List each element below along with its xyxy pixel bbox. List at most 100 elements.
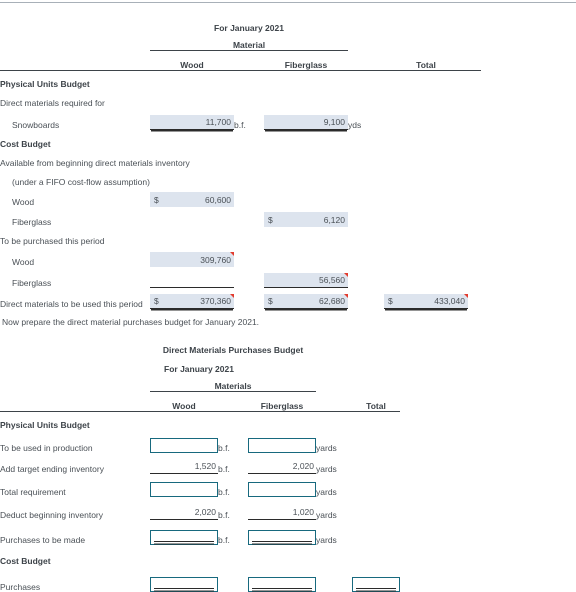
value-beginning-wood: 60,600 <box>205 194 231 205</box>
value-total-wood: 370,360 <box>200 296 231 306</box>
direct-materials-purchases-budget-table: Direct Materials Purchases Budget For Ja… <box>0 336 401 592</box>
bottom-group-header-row: Materials <box>0 374 400 392</box>
top-column-header-row: Wood Fiberglass Total <box>0 50 481 71</box>
section-heading-physical-units: Physical Units Budget <box>0 79 90 89</box>
comment-flag-icon <box>344 294 348 298</box>
label-fifo-note: (under a FIFO cost-flow assumption) <box>12 177 150 187</box>
row-cost-budget-heading: Cost Budget <box>0 130 481 149</box>
comment-flag-icon <box>230 252 234 256</box>
row-purchase-wood: Wood 309,760 <box>0 246 481 267</box>
cell-deduct-wood: 2,020 <box>150 497 218 520</box>
column-header-total: Total <box>384 50 468 71</box>
section-heading-cost-budget: Cost Budget <box>0 139 51 149</box>
top-group-header: Material <box>150 33 348 51</box>
cell-snowboards-fiberglass: 9,100 <box>264 108 348 130</box>
row-bottom-physical-units-heading: Physical Units Budget <box>0 411 400 430</box>
cell-purchases-made-fiberglass <box>248 520 317 545</box>
unit-ending-fiberglass: yards <box>316 464 337 474</box>
bottom-section-heading-physical-units: Physical Units Budget <box>0 420 90 430</box>
value-ending-wood: 1,520 <box>194 461 216 471</box>
unit-purchases-made-wood: b.f. <box>218 535 230 545</box>
label-total-requirement: Total requirement <box>0 487 66 497</box>
cell-purchase-wood-rule <box>150 267 234 288</box>
cell-deduct-fiberglass: 1,020 <box>248 497 317 520</box>
value-deduct-fiberglass: 1,020 <box>292 507 315 517</box>
input-purchases-cost-total[interactable] <box>352 577 401 592</box>
cell-ending-fiberglass: 2,020 <box>248 453 317 474</box>
value-total-fiberglass: 62,680 <box>319 296 345 306</box>
row-add-target-ending-inventory: Add target ending inventory 1,520 b.f. 2… <box>0 453 400 474</box>
input-purchases-cost-wood[interactable] <box>150 577 218 592</box>
row-beginning-fiberglass: Fiberglass $ 6,120 <box>0 207 481 227</box>
input-purchases-made-fiberglass[interactable] <box>248 530 317 545</box>
label-direct-materials-required: Direct materials required for <box>0 98 105 108</box>
comment-flag-icon <box>464 294 468 298</box>
cell-ending-wood: 1,520 <box>150 453 218 474</box>
input-purchases-made-wood[interactable] <box>150 530 218 545</box>
input-requirement-fiberglass[interactable] <box>248 482 317 497</box>
cell-grand-total: $ 433,040 <box>384 288 468 309</box>
row-purchases-to-be-made: Purchases to be made b.f. yards <box>0 520 400 545</box>
label-beginning-wood: Wood <box>12 197 35 207</box>
label-purchase-wood: Wood <box>12 257 35 267</box>
label-snowboards: Snowboards <box>12 120 60 130</box>
comment-flag-icon <box>230 294 234 298</box>
unit-purchases-made-fiberglass: yards <box>316 535 337 545</box>
unit-ending-wood: b.f. <box>218 464 230 474</box>
input-used-fiberglass[interactable] <box>248 438 317 453</box>
top-subtitle-row: For January 2021 <box>0 14 481 33</box>
unit-requirement-wood: b.f. <box>218 487 230 497</box>
label-purchase-fiberglass: Fiberglass <box>12 278 52 288</box>
label-add-target-ending-inventory: Add target ending inventory <box>0 464 104 474</box>
unit-snowboards-fiberglass: yds <box>348 120 362 130</box>
top-group-header-row: Material <box>0 33 481 51</box>
cell-requirement-fiberglass <box>248 474 317 497</box>
comment-flag-icon <box>344 273 348 277</box>
input-requirement-wood[interactable] <box>150 482 218 497</box>
label-purchases: Purchases <box>0 582 41 592</box>
currency-beginning-wood: $ <box>154 194 159 205</box>
row-purchases: Purchases <box>0 566 401 592</box>
cell-used-wood <box>150 430 218 453</box>
row-total-requirement: Total requirement b.f. yards <box>0 474 400 497</box>
value-deduct-wood: 2,020 <box>194 507 216 517</box>
cell-purchase-fiberglass: 56,560 <box>264 267 348 288</box>
value-ending-fiberglass: 2,020 <box>292 461 315 471</box>
label-beginning-fiberglass: Fiberglass <box>12 217 52 227</box>
row-to-be-purchased-heading: To be purchased this period <box>0 227 481 246</box>
row-purchase-fiberglass: Fiberglass 56,560 <box>0 267 481 288</box>
cell-requirement-wood <box>150 474 218 497</box>
column-header-fiberglass: Fiberglass <box>264 50 348 71</box>
bottom-section-heading-cost-budget: Cost Budget <box>0 556 51 566</box>
label-direct-materials-used: Direct materials to be used this period <box>0 299 143 309</box>
cell-snowboards-wood: 11,700 <box>150 108 234 130</box>
row-bottom-cost-budget-heading: Cost Budget <box>0 545 400 566</box>
bottom-column-header-fiberglass: Fiberglass <box>248 391 317 412</box>
label-available-beginning: Available from beginning direct material… <box>0 158 190 168</box>
direct-materials-budget-table: For January 2021 Material Wood Fiberglas… <box>0 14 481 309</box>
bottom-title: Direct Materials Purchases Budget <box>162 345 304 355</box>
input-purchases-cost-fiberglass[interactable] <box>248 577 317 592</box>
value-beginning-fiberglass: 6,120 <box>323 214 345 225</box>
row-deduct-beginning-inventory: Deduct beginning inventory 2,020 b.f. 1,… <box>0 497 400 520</box>
column-header-wood: Wood <box>150 50 234 71</box>
value-snowboards-wood: 11,700 <box>205 117 231 127</box>
row-snowboards: Snowboards 11,700 b.f. 9,100 yds <box>0 108 481 130</box>
input-used-wood[interactable] <box>150 438 218 453</box>
value-purchase-wood: 309,760 <box>200 254 231 265</box>
top-subtitle: For January 2021 <box>214 23 284 33</box>
value-snowboards-fiberglass: 9,100 <box>323 117 345 127</box>
unit-used-wood: b.f. <box>218 443 230 453</box>
cell-beginning-fiberglass: $ 6,120 <box>264 207 348 227</box>
bottom-title-row: Direct Materials Purchases Budget <box>0 336 400 355</box>
unit-requirement-fiberglass: yards <box>316 487 337 497</box>
cell-used-fiberglass <box>248 430 317 453</box>
bottom-column-header-wood: Wood <box>150 391 218 412</box>
cell-purchases-cost-total <box>352 566 401 592</box>
row-direct-materials-used: Direct materials to be used this period … <box>0 288 481 309</box>
row-beginning-wood: Wood $ 60,600 <box>0 187 481 207</box>
row-physical-units-budget: Physical Units Budget <box>0 70 481 89</box>
cell-total-wood: $ 370,360 <box>150 288 234 309</box>
value-purchase-fiberglass: 56,560 <box>319 275 345 285</box>
label-to-be-purchased: To be purchased this period <box>0 236 105 246</box>
